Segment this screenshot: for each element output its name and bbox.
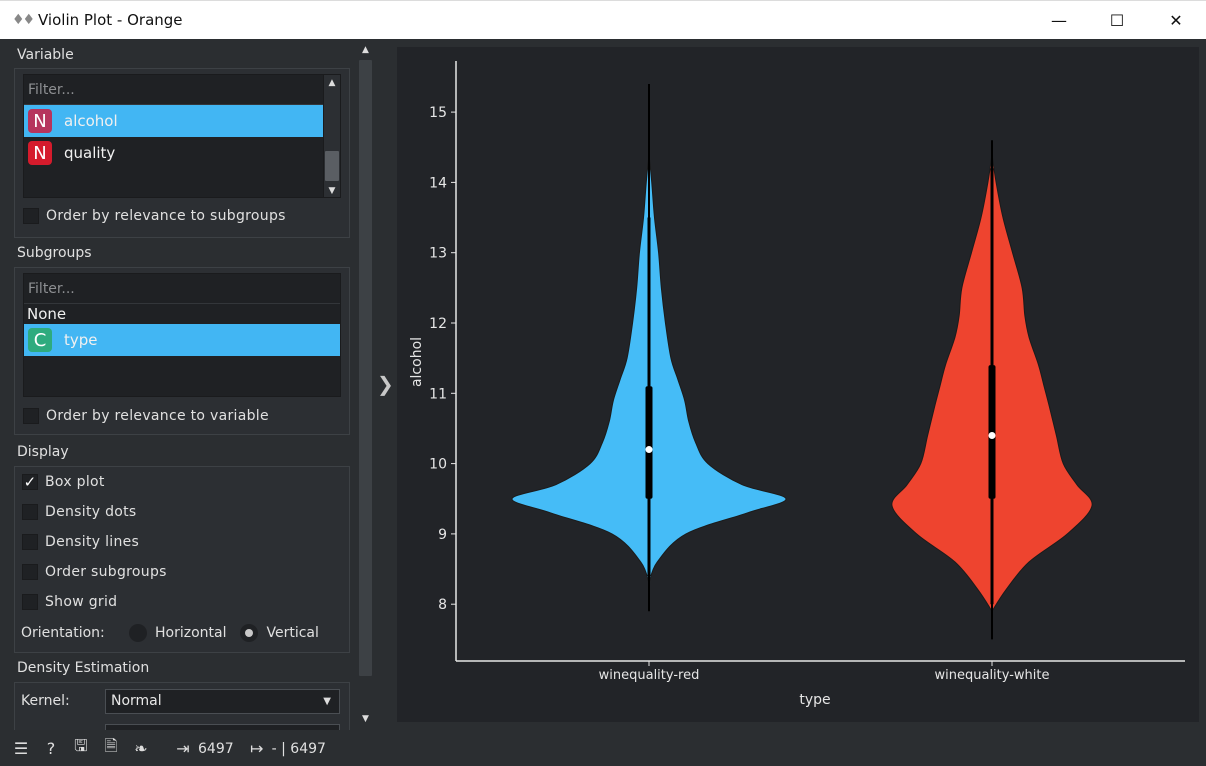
- variable-list-scrollbar[interactable]: ▲ ▼: [323, 75, 340, 197]
- output-icon: ↦: [249, 739, 264, 758]
- variable-item-label: quality: [64, 144, 116, 162]
- bandwidth-dropdown[interactable]: [105, 724, 340, 730]
- box-plot-label: Box plot: [45, 474, 105, 490]
- y-tick-label: 10: [429, 457, 447, 473]
- panel-scroll-thumb[interactable]: [359, 60, 372, 676]
- subgroups-list[interactable]: Filter... None C type: [23, 273, 341, 397]
- median-dot: [988, 431, 996, 439]
- chevron-down-icon: ▼: [323, 696, 331, 707]
- order-subgroups-option[interactable]: Order subgroups: [22, 564, 167, 580]
- density-dots-label: Density dots: [45, 504, 137, 520]
- density-dots-checkbox[interactable]: [22, 504, 38, 520]
- scroll-up-icon[interactable]: ▲: [357, 42, 374, 58]
- subgroups-filter-input[interactable]: Filter...: [24, 274, 340, 304]
- y-tick-label: 14: [429, 175, 447, 191]
- input-count: 6497: [198, 740, 234, 757]
- numeric-variable-icon: N: [28, 141, 52, 165]
- control-panel: Variable Filter... N alcohol N quality ▲…: [8, 42, 354, 730]
- density-dots-option[interactable]: Density dots: [22, 504, 137, 520]
- violin-app-icon: ♦♦: [12, 12, 35, 28]
- maximize-button[interactable]: ☐: [1088, 1, 1146, 40]
- density-section-title: Density Estimation: [17, 660, 150, 676]
- order-variable-label: Order by relevance to variable: [46, 408, 269, 424]
- y-tick-label: 9: [438, 527, 447, 543]
- variable-section-title: Variable: [17, 47, 74, 63]
- variable-box: Filter... N alcohol N quality ▲ ▼ Order …: [14, 68, 350, 238]
- horizontal-label: Horizontal: [155, 625, 227, 641]
- control-panel-scrollbar[interactable]: ▲ ▼: [357, 42, 374, 728]
- orientation-row: Orientation: Horizontal Vertical: [21, 624, 319, 642]
- chevron-right-icon[interactable]: ❯: [377, 372, 394, 396]
- subgroup-item-label: type: [64, 331, 98, 349]
- density-lines-option[interactable]: Density lines: [22, 534, 139, 550]
- variable-item-label: alcohol: [64, 112, 118, 130]
- show-grid-option[interactable]: Show grid: [22, 594, 117, 610]
- variable-item-quality[interactable]: N quality: [24, 137, 340, 169]
- input-icon: ⇥: [176, 739, 190, 758]
- vertical-radio[interactable]: [240, 624, 259, 642]
- order-variable-checkbox[interactable]: [23, 408, 39, 424]
- orientation-horizontal-option[interactable]: Horizontal: [129, 624, 240, 642]
- order-subgroups-display-label: Order subgroups: [45, 564, 167, 580]
- y-tick-label: 11: [429, 386, 447, 402]
- y-tick-label: 8: [438, 597, 447, 613]
- kernel-value: Normal: [111, 693, 162, 709]
- save-icon[interactable]: 🖫: [72, 735, 90, 762]
- vertical-label: Vertical: [266, 625, 319, 641]
- y-tick-label: 15: [429, 105, 447, 121]
- scroll-down-icon[interactable]: ▼: [324, 183, 340, 197]
- violin-plot-area[interactable]: 8 9 10 11 12 13 14 15 alcohol winequality-red wine…: [397, 47, 1199, 722]
- scroll-thumb[interactable]: [325, 151, 339, 181]
- y-axis-label: alcohol: [409, 337, 425, 387]
- minimize-button[interactable]: —: [1030, 1, 1088, 40]
- report-icon[interactable]: 🗎: [102, 735, 120, 762]
- kernel-label: Kernel:: [21, 693, 70, 709]
- scroll-up-icon[interactable]: ▲: [324, 75, 340, 91]
- show-grid-checkbox[interactable]: [22, 594, 38, 610]
- order-by-relevance-variable[interactable]: Order by relevance to variable: [23, 408, 269, 424]
- close-button[interactable]: ✕: [1147, 1, 1205, 40]
- density-lines-label: Density lines: [45, 534, 140, 550]
- display-section-title: Display: [17, 444, 69, 460]
- variable-filter-input[interactable]: Filter...: [24, 75, 340, 105]
- show-grid-label: Show grid: [45, 594, 118, 610]
- subgroup-item-type[interactable]: C type: [24, 324, 340, 356]
- window-title: Violin Plot - Orange: [38, 11, 183, 29]
- box-plot-option[interactable]: ✓ Box plot: [22, 474, 105, 490]
- order-subgroups-display-checkbox[interactable]: [22, 564, 38, 580]
- categorical-variable-icon: C: [28, 328, 52, 352]
- help-icon[interactable]: ?: [42, 739, 60, 758]
- scroll-down-icon[interactable]: ▼: [357, 711, 374, 727]
- violin-chart[interactable]: 8 9 10 11 12 13 14 15 alcohol winequality-red wine…: [397, 47, 1199, 722]
- median-dot: [645, 446, 653, 454]
- kernel-dropdown[interactable]: Normal ▼: [105, 689, 340, 714]
- variable-item-alcohol[interactable]: N alcohol: [24, 105, 340, 137]
- y-tick-label: 13: [429, 246, 447, 262]
- order-by-relevance-subgroups[interactable]: Order by relevance to subgroups: [23, 208, 286, 224]
- orientation-vertical-option[interactable]: Vertical: [240, 624, 319, 642]
- output-count: - | 6497: [271, 740, 326, 757]
- x-tick-label: winequality-white: [935, 668, 1050, 683]
- order-subgroups-checkbox[interactable]: [23, 208, 39, 224]
- numeric-variable-icon: N: [28, 109, 52, 133]
- status-bar: ☰ ? 🖫 🗎 ❧ ⇥ 6497 ↦ - | 6497: [0, 731, 1206, 766]
- subgroups-section-title: Subgroups: [17, 245, 92, 261]
- density-lines-checkbox[interactable]: [22, 534, 38, 550]
- x-tick-label: winequality-red: [599, 668, 700, 683]
- visual-settings-icon[interactable]: ❧: [132, 739, 150, 758]
- orientation-label: Orientation:: [21, 625, 105, 641]
- x-axis-label: type: [799, 692, 830, 708]
- box-plot-checkbox[interactable]: ✓: [22, 474, 38, 490]
- subgroup-item-none[interactable]: None: [24, 304, 340, 324]
- horizontal-radio[interactable]: [129, 624, 147, 642]
- title-bar: ♦♦ Violin Plot - Orange — ☐ ✕: [0, 0, 1206, 39]
- iqr-box: [645, 386, 653, 499]
- iqr-box: [988, 365, 996, 499]
- menu-icon[interactable]: ☰: [12, 739, 30, 758]
- subgroups-box: Filter... None C type Order by relevance…: [14, 267, 350, 435]
- order-subgroups-label: Order by relevance to subgroups: [46, 208, 286, 224]
- variable-list[interactable]: Filter... N alcohol N quality ▲ ▼: [23, 74, 341, 198]
- y-tick-label: 12: [429, 316, 447, 332]
